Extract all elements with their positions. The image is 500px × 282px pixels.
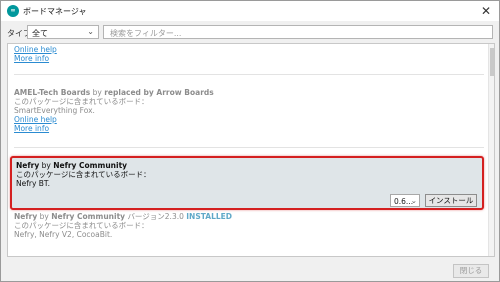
board-list[interactable]: Online help More info AMEL-Tech Boards b…	[7, 43, 495, 257]
chevron-down-icon: ⌄	[410, 196, 417, 205]
board-manager-window: ∞ ボードマネージャ ✕ タイプ 全て ⌄ 検索をフィルター... Online…	[0, 0, 500, 282]
by-label: by	[39, 212, 49, 221]
filter-bar: タイプ 全て ⌄ 検索をフィルター...	[1, 21, 499, 43]
search-placeholder: 検索をフィルター...	[110, 29, 182, 38]
boards-list: Nefry BT.	[16, 179, 50, 188]
boards-list: Nefry, Nefry V2, CocoaBit.	[14, 230, 113, 239]
install-button[interactable]: インストール	[425, 194, 477, 207]
board-name: Nefry	[14, 212, 38, 221]
divider	[14, 74, 484, 75]
scrollbar-thumb[interactable]	[490, 48, 494, 76]
board-name: AMEL-Tech Boards	[14, 88, 91, 97]
title-bar: ∞ ボードマネージャ ✕	[1, 1, 499, 21]
by-label: by	[41, 161, 51, 170]
online-help-link[interactable]: Online help	[14, 115, 57, 124]
more-info-link[interactable]: More info	[14, 54, 49, 63]
boards-list: SmartEverything Fox.	[14, 106, 95, 115]
list-item[interactable]: Nefry by Nefry Community バージョン2.3.0 INST…	[14, 212, 484, 239]
board-author: replaced by Arrow Boards	[104, 88, 214, 97]
board-author: Nefry Community	[51, 212, 126, 221]
selected-list-item[interactable]: Nefry by Nefry Community このパッケージに含まれているボ…	[10, 156, 484, 210]
divider	[14, 147, 484, 148]
installed-status-badge: INSTALLED	[186, 212, 232, 221]
boards-heading: このパッケージに含まれているボード：	[14, 97, 149, 106]
window-close-button[interactable]: ✕	[479, 4, 493, 18]
chevron-down-icon: ⌄	[87, 27, 94, 36]
window-title: ボードマネージャ	[23, 7, 87, 16]
type-dropdown[interactable]: 全て ⌄	[27, 25, 99, 39]
search-input[interactable]: 検索をフィルター...	[103, 25, 493, 39]
by-label: by	[92, 88, 102, 97]
board-name: Nefry	[16, 161, 40, 170]
board-author: Nefry Community	[53, 161, 128, 170]
type-dropdown-value: 全て	[32, 29, 48, 38]
version-dropdown[interactable]: 0.6... ⌄	[390, 194, 420, 207]
list-item: Online help More info	[14, 45, 484, 63]
boards-heading: このパッケージに含まれているボード：	[14, 221, 149, 230]
list-item[interactable]: AMEL-Tech Boards by replaced by Arrow Bo…	[14, 88, 484, 133]
version-text: バージョン2.3.0	[127, 212, 184, 221]
vertical-scrollbar[interactable]	[488, 44, 494, 256]
more-info-link[interactable]: More info	[14, 124, 49, 133]
online-help-link[interactable]: Online help	[14, 45, 57, 54]
boards-heading: このパッケージに含まれているボード：	[16, 170, 151, 179]
arduino-logo-icon: ∞	[7, 5, 19, 17]
close-button[interactable]: 閉じる	[453, 264, 489, 278]
